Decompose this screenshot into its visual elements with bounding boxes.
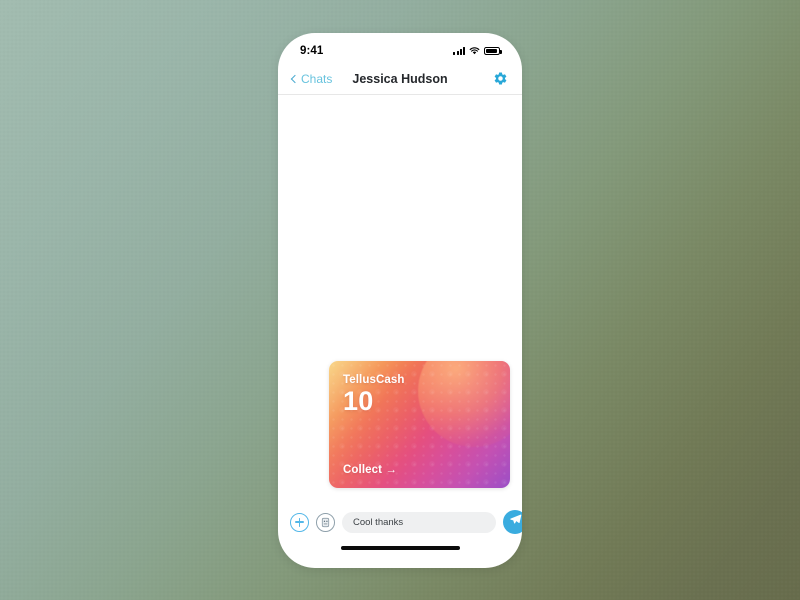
card-collect-button[interactable]: Collect →	[343, 464, 496, 476]
message-input[interactable]	[342, 511, 496, 533]
card-brand-label: TellusCash	[343, 374, 405, 386]
telluscash-payment-card[interactable]: TellusCash 10 Collect →	[329, 361, 510, 488]
status-bar: 9:41	[278, 33, 522, 63]
cellular-signal-icon	[453, 47, 465, 55]
message-row: TellusCash 10 Collect →	[290, 361, 510, 488]
sticker-avatar-icon[interactable]	[316, 512, 335, 532]
chevron-left-icon	[290, 74, 300, 83]
message-list: TellusCash 10 Collect →	[278, 95, 522, 498]
navigation-bar: Chats Jessica Hudson	[278, 63, 522, 95]
settings-button[interactable]	[493, 71, 508, 86]
phone-device-frame: 9:41 Chats Jessica Hudson TellusCash 10 …	[278, 33, 522, 568]
status-bar-time: 9:41	[300, 45, 324, 57]
desktop-backdrop: 9:41 Chats Jessica Hudson TellusCash 10 …	[0, 0, 800, 600]
send-button[interactable]	[503, 510, 522, 534]
card-amount-value: 10	[343, 386, 374, 416]
home-indicator-area	[278, 546, 522, 568]
wifi-icon	[469, 47, 480, 55]
home-indicator-bar[interactable]	[340, 546, 460, 550]
message-composer	[278, 498, 522, 546]
status-bar-indicators	[453, 47, 502, 55]
gear-icon	[493, 72, 508, 90]
back-button-label: Chats	[301, 71, 333, 86]
battery-icon	[484, 47, 502, 55]
send-paper-plane-icon	[509, 513, 522, 531]
plus-circle-icon[interactable]	[290, 512, 309, 532]
back-to-chats-button[interactable]: Chats	[290, 71, 333, 86]
